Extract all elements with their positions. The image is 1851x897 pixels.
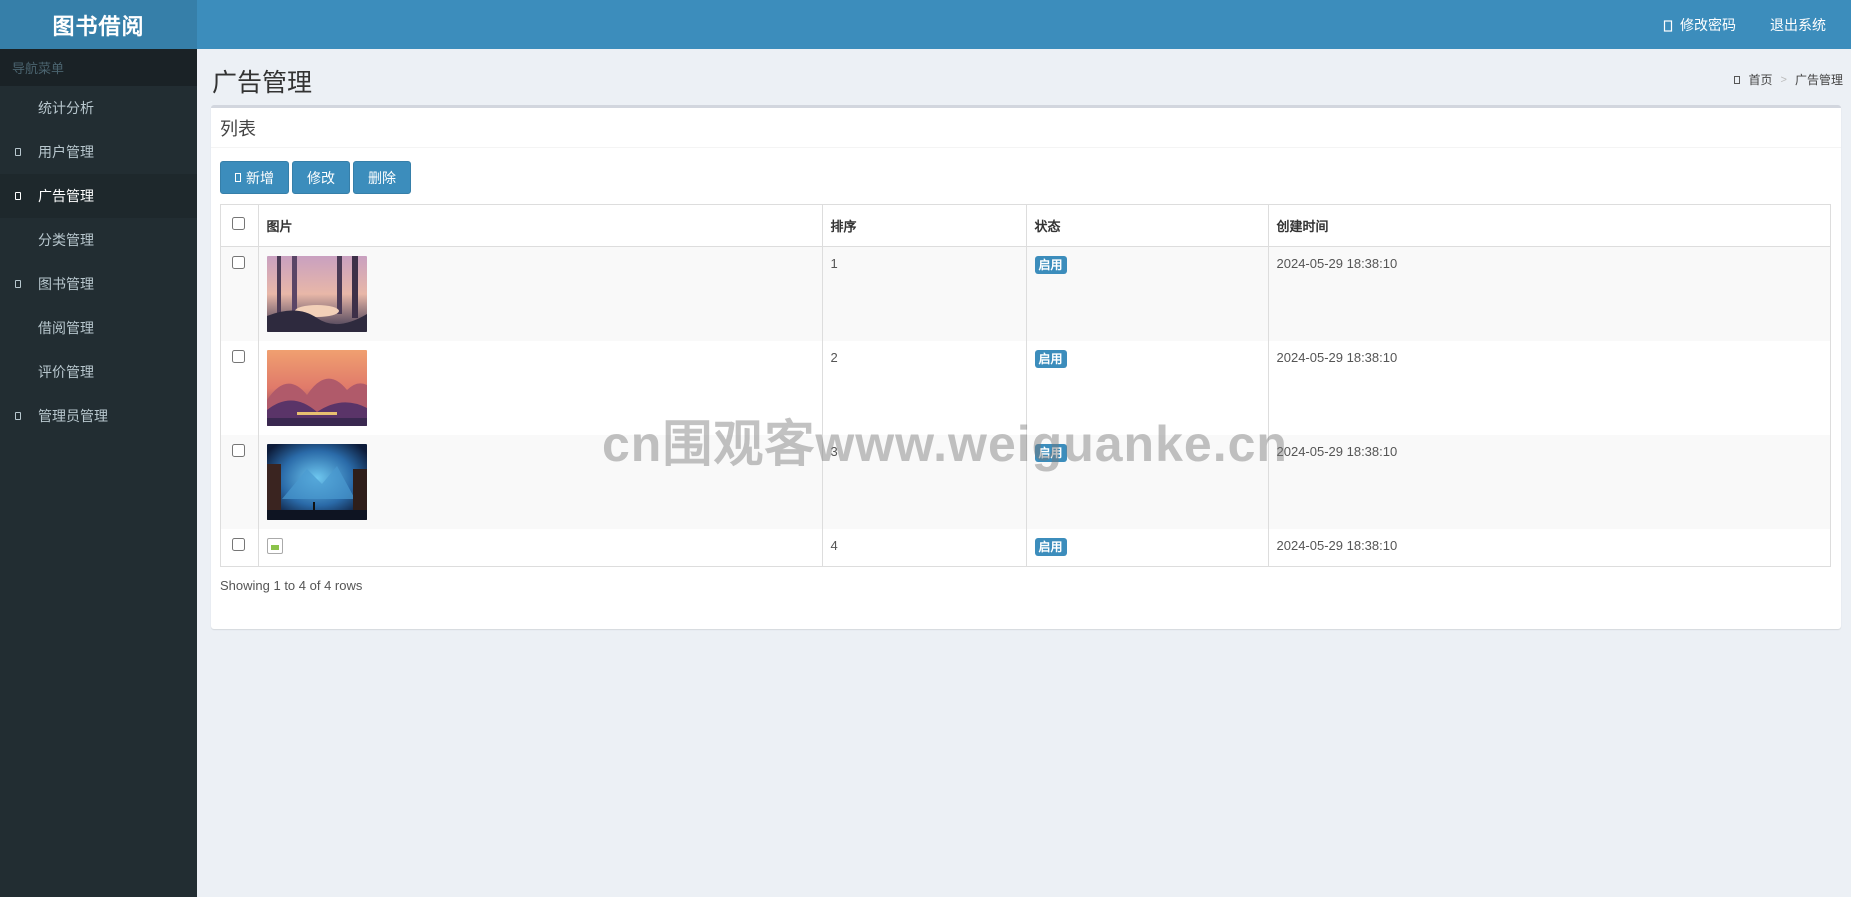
forest-sunset-thumbnail[interactable] [266,255,367,332]
status-badge: 启用 [1034,349,1067,368]
home-icon [1733,75,1740,84]
sidebar-menu: 统计分析 用户管理 广告管理 分类管理 图书管理 借阅管理 评价管理 管理员管理 [0,86,197,438]
sidebar-item-users[interactable]: 用户管理 [0,130,197,174]
column-header-status[interactable]: 状态 [1026,205,1269,247]
change-password-link[interactable]: 修改密码 [1646,0,1753,49]
header-actions: 修改密码 退出系统 [1646,0,1851,49]
sidebar-item-ads[interactable]: 广告管理 [0,174,197,218]
sort-cell: 3 [822,434,1027,529]
change-password-label: 修改密码 [1680,16,1736,33]
sort-cell: 4 [822,528,1027,566]
sidebar-item-label: 图书管理 [38,276,94,292]
sidebar-item-label: 借阅管理 [38,320,94,336]
broken-image-icon[interactable] [266,537,283,554]
list-box: 列表 新增 修改 删除 图片 排序 状态 创建时间 1 启用 2024-05-2… [211,105,1841,629]
column-header-image[interactable]: 图片 [258,205,823,247]
breadcrumb-separator: > [1780,73,1787,86]
night-valley-thumbnail[interactable] [266,443,367,520]
delete-button[interactable]: 删除 [353,161,411,194]
breadcrumb: 首页 > 广告管理 [1733,71,1843,88]
breadcrumb-current: 广告管理 [1794,73,1843,87]
menu-bullet-icon [15,148,21,156]
sidebar-item-label: 管理员管理 [38,408,108,424]
sidebar-item-label: 统计分析 [38,100,94,116]
logout-label: 退出系统 [1770,16,1826,33]
breadcrumb-home[interactable]: 首页 [1733,71,1773,88]
sidebar-item-borrowing[interactable]: 借阅管理 [0,306,197,350]
select-all-checkbox[interactable] [232,217,245,231]
sidebar-item-label: 评价管理 [38,364,94,380]
table-row[interactable]: 4 启用 2024-05-29 18:38:10 [221,528,1830,566]
status-badge: 启用 [1034,537,1067,556]
table-header-row: 图片 排序 状态 创建时间 [221,205,1830,247]
row-checkbox[interactable] [232,349,245,363]
sort-cell: 2 [822,340,1027,435]
app-logo[interactable]: 图书借阅 [0,0,197,49]
row-checkbox[interactable] [232,537,245,551]
table-row[interactable]: 1 启用 2024-05-29 18:38:10 [221,246,1830,341]
table-row[interactable]: 2 启用 2024-05-29 18:38:10 [221,340,1830,435]
menu-bullet-icon [15,280,21,288]
add-button[interactable]: 新增 [220,161,289,194]
column-header-sort[interactable]: 排序 [822,205,1027,247]
box-title: 列表 [211,108,1841,148]
status-badge: 启用 [1034,443,1067,462]
sort-cell: 1 [822,246,1027,341]
sidebar-item-label: 分类管理 [38,232,94,248]
created-cell: 2024-05-29 18:38:10 [1276,537,1398,553]
main-content: 广告管理 首页 > 广告管理 列表 新增 修改 删除 图片 排序 状态 创建时间… [197,49,1851,897]
table-row[interactable]: 3 启用 2024-05-29 18:38:10 [221,434,1830,529]
sidebar: 导航菜单 统计分析 用户管理 广告管理 分类管理 图书管理 借阅管理 评价管理 [0,49,197,897]
sidebar-item-categories[interactable]: 分类管理 [0,218,197,262]
add-button-label: 新增 [246,169,274,186]
created-cell: 2024-05-29 18:38:10 [1276,349,1398,365]
toolbar: 新增 修改 删除 [220,161,411,194]
sidebar-item-admins[interactable]: 管理员管理 [0,394,197,438]
lock-icon [1663,19,1674,32]
sidebar-item-reviews[interactable]: 评价管理 [0,350,197,394]
edit-button[interactable]: 修改 [292,161,350,194]
mountain-sunset-thumbnail[interactable] [266,349,367,426]
ads-table: 图片 排序 状态 创建时间 1 启用 2024-05-29 18:38:10 2… [220,204,1831,567]
created-cell: 2024-05-29 18:38:10 [1268,434,1830,529]
sidebar-item-statistics[interactable]: 统计分析 [0,86,197,130]
breadcrumb-home-label: 首页 [1748,73,1773,87]
page-title: 广告管理 [212,69,313,97]
top-header: 图书借阅 修改密码 退出系统 [0,0,1851,49]
row-checkbox[interactable] [232,443,245,457]
status-badge: 启用 [1034,255,1067,274]
column-header-created[interactable]: 创建时间 [1268,205,1830,247]
sidebar-item-books[interactable]: 图书管理 [0,262,197,306]
plus-icon [235,173,241,182]
sidebar-item-label: 用户管理 [38,144,94,160]
pagination-info: Showing 1 to 4 of 4 rows [220,578,363,593]
sidebar-item-label: 广告管理 [38,188,94,204]
logout-link[interactable]: 退出系统 [1753,0,1843,49]
menu-bullet-icon [15,192,21,200]
menu-bullet-icon [15,412,21,420]
sidebar-heading: 导航菜单 [0,49,197,86]
created-cell: 2024-05-29 18:38:10 [1268,246,1830,341]
row-checkbox[interactable] [232,255,245,269]
